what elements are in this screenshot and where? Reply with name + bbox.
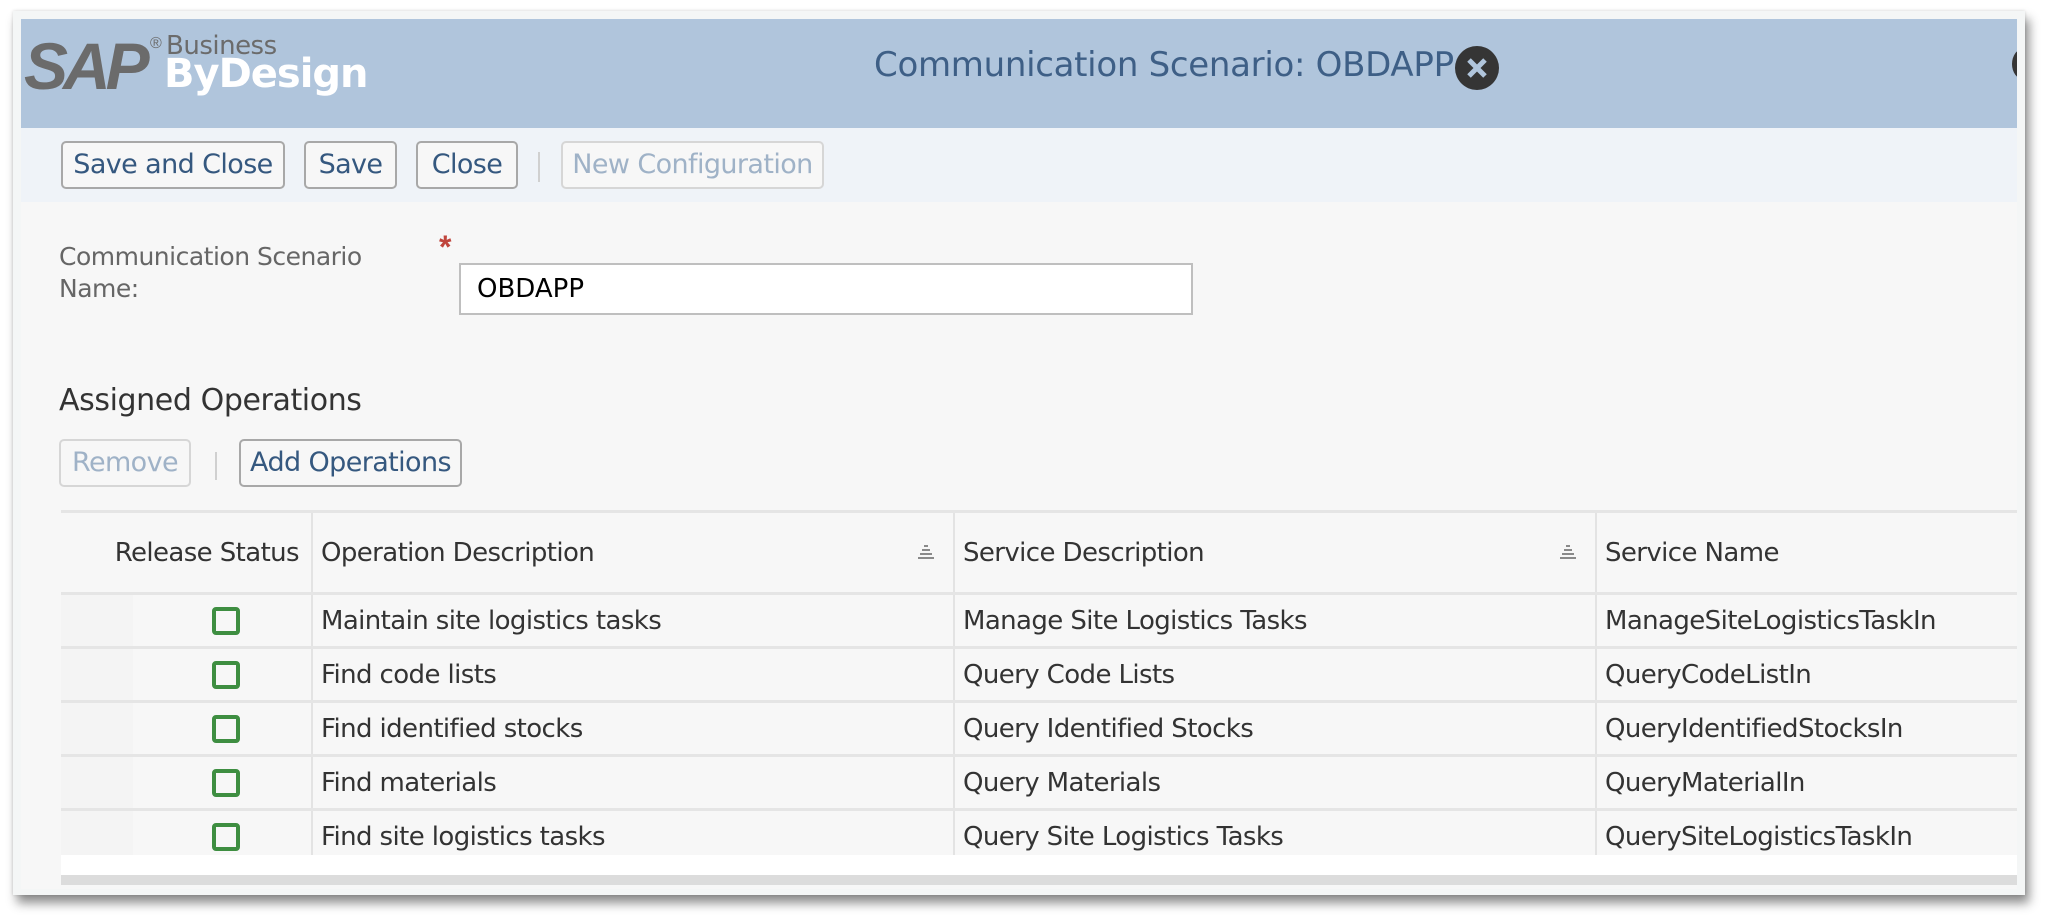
assigned-operations-title: Assigned Operations	[59, 383, 362, 418]
release-status-checkbox[interactable]	[212, 822, 240, 851]
scenario-name-input[interactable]	[459, 263, 1193, 315]
save-button[interactable]: Save	[304, 141, 397, 189]
operations-toolbar-separator	[215, 452, 217, 480]
service-name-cell: QueryIdentifiedStocksIn	[1605, 713, 1903, 744]
save-and-close-button[interactable]: Save and Close	[61, 141, 285, 189]
logo-sap-mark: SAP	[24, 29, 150, 103]
new-configuration-button[interactable]: New Configuration	[561, 141, 824, 189]
service-description-cell: Query Materials	[955, 757, 1597, 808]
release-status-checkbox[interactable]	[212, 606, 240, 635]
column-header-label: Service Name	[1605, 537, 1779, 568]
sort-icon[interactable]	[1559, 544, 1577, 560]
row-selector[interactable]	[61, 649, 133, 700]
dialog-content: SAP ® Business ByDesign Communication Sc…	[21, 19, 2017, 889]
sap-bydesign-logo: SAP ® Business ByDesign	[24, 29, 384, 103]
table-row[interactable]: Find code lists Query Code Lists QueryCo…	[61, 649, 2017, 703]
column-header-operation-description[interactable]: Operation Description	[313, 513, 955, 592]
release-status-cell	[61, 649, 313, 700]
service-name-cell: QueryCodeListIn	[1605, 659, 1812, 690]
table-row[interactable]: Find materials Query Materials QueryMate…	[61, 757, 2017, 811]
column-header-label: Release Status	[114, 537, 300, 568]
logo-bydesign-text: ByDesign	[164, 51, 369, 97]
close-dialog-button[interactable]	[1455, 46, 1499, 90]
service-name-cell: QueryMaterialIn	[1605, 767, 1805, 798]
operation-description-cell: Find identified stocks	[313, 703, 955, 754]
service-description-cell: Query Identified Stocks	[955, 703, 1597, 754]
dialog-title: Communication Scenario: OBDAPP	[874, 45, 1454, 85]
dialog-header: SAP ® Business ByDesign Communication Sc…	[21, 19, 2017, 128]
sort-icon[interactable]	[917, 544, 935, 560]
release-status-cell	[61, 703, 313, 754]
release-status-checkbox[interactable]	[212, 768, 240, 797]
row-selector[interactable]	[61, 757, 133, 808]
table-header-row: Release Status Operation Description Ser…	[61, 513, 2017, 595]
table-footer	[61, 855, 2017, 875]
column-header-label: Operation Description	[321, 537, 595, 568]
service-description-cell: Query Code Lists	[955, 649, 1597, 700]
scenario-name-label: Communication Scenario Name:	[59, 242, 362, 303]
table-row[interactable]: Maintain site logistics tasks Manage Sit…	[61, 595, 2017, 649]
release-status-checkbox[interactable]	[212, 660, 240, 689]
toolbar-separator	[538, 152, 540, 182]
dialog-window: SAP ® Business ByDesign Communication Sc…	[13, 11, 2025, 895]
release-status-checkbox[interactable]	[212, 714, 240, 743]
column-header-release-status[interactable]: Release Status	[61, 513, 313, 592]
assigned-operations-table: Release Status Operation Description Ser…	[61, 510, 2017, 865]
release-status-cell	[61, 595, 313, 646]
close-icon	[1467, 58, 1487, 78]
service-description-cell: Manage Site Logistics Tasks	[955, 595, 1597, 646]
service-name-cell: ManageSiteLogisticsTaskIn	[1605, 605, 1937, 636]
add-operations-button[interactable]: Add Operations	[239, 439, 462, 487]
required-indicator: *	[439, 229, 452, 265]
column-header-service-name[interactable]: Service Name	[1597, 513, 2017, 592]
dialog-toolbar: Save and Close Save Close New Configurat…	[21, 128, 2017, 202]
row-selector[interactable]	[61, 595, 133, 646]
operation-description-cell: Find code lists	[313, 649, 955, 700]
horizontal-scrollbar[interactable]	[61, 875, 2017, 885]
operation-description-cell: Maintain site logistics tasks	[313, 595, 955, 646]
release-status-cell	[61, 757, 313, 808]
logo-registered-mark: ®	[150, 35, 162, 52]
column-header-service-description[interactable]: Service Description	[955, 513, 1597, 592]
remove-button[interactable]: Remove	[59, 439, 191, 487]
row-selector[interactable]	[61, 703, 133, 754]
table-row[interactable]: Find identified stocks Query Identified …	[61, 703, 2017, 757]
operation-description-cell: Find materials	[313, 757, 955, 808]
help-icon[interactable]	[2012, 49, 2017, 79]
close-button[interactable]: Close	[416, 141, 518, 189]
column-header-label: Service Description	[963, 537, 1205, 568]
